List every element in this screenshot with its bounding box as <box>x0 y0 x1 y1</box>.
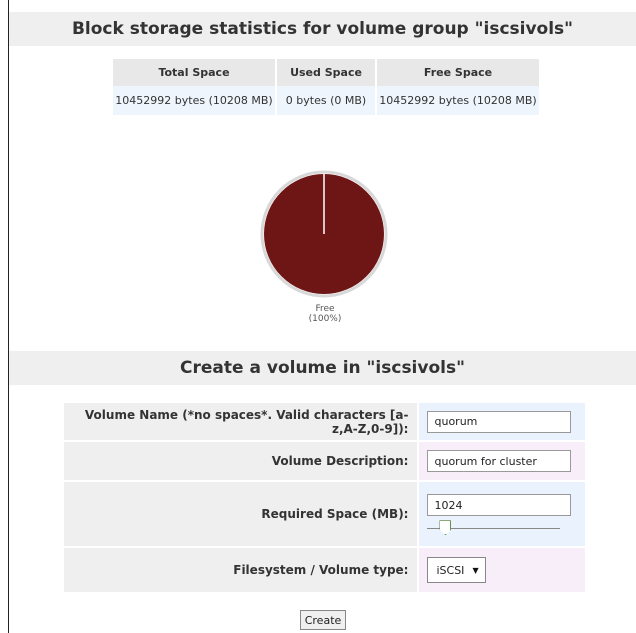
required-space-label: Required Space (MB): <box>64 482 420 546</box>
pie-label-percent: (100%) <box>308 314 342 324</box>
left-border <box>8 0 9 633</box>
stats-value-row: 10452992 bytes (10208 MB) 0 bytes (0 MB)… <box>113 86 539 115</box>
filesystem-cell: iSCSI ▼ <box>419 548 585 592</box>
storage-stats-title: Block storage statistics for volume grou… <box>9 12 636 46</box>
free-space-header: Free Space <box>375 59 539 86</box>
pie-label: Free (100%) <box>280 304 370 324</box>
required-space-cell <box>419 482 585 546</box>
free-space-value: 10452992 bytes (10208 MB) <box>375 86 539 115</box>
form-row-filesystem: Filesystem / Volume type: iSCSI ▼ <box>64 548 585 592</box>
required-space-input[interactable] <box>427 494 572 517</box>
total-space-value: 10452992 bytes (10208 MB) <box>113 86 276 115</box>
storage-stats-table: Total Space Used Space Free Space 104529… <box>113 59 539 115</box>
total-space-header: Total Space <box>113 59 276 86</box>
required-space-slider[interactable] <box>427 520 561 536</box>
used-space-header: Used Space <box>275 59 376 86</box>
pie-svg <box>260 170 388 298</box>
volume-description-cell <box>419 442 585 480</box>
create-volume-form: Volume Name (*no spaces*. Valid characte… <box>64 401 585 594</box>
volume-description-input[interactable] <box>427 450 572 473</box>
form-row-name: Volume Name (*no spaces*. Valid characte… <box>64 403 585 440</box>
space-pie-chart <box>256 166 392 302</box>
create-button[interactable]: Create <box>300 610 346 630</box>
chevron-down-icon: ▼ <box>472 565 479 575</box>
form-row-description: Volume Description: <box>64 442 585 480</box>
volume-name-input[interactable] <box>427 410 572 433</box>
used-space-value: 0 bytes (0 MB) <box>275 86 376 115</box>
pie-label-name: Free <box>315 304 335 314</box>
volume-description-label: Volume Description: <box>64 442 420 480</box>
stats-header-row: Total Space Used Space Free Space <box>113 59 539 86</box>
filesystem-select[interactable]: iSCSI ▼ <box>427 557 486 583</box>
create-volume-title: Create a volume in "iscsivols" <box>9 351 636 385</box>
form-row-space: Required Space (MB): <box>64 482 585 546</box>
volume-name-cell <box>419 403 585 440</box>
volume-name-label: Volume Name (*no spaces*. Valid characte… <box>64 403 420 440</box>
filesystem-label: Filesystem / Volume type: <box>64 548 420 592</box>
slider-thumb[interactable] <box>439 520 452 536</box>
filesystem-select-value: iSCSI <box>436 563 465 577</box>
